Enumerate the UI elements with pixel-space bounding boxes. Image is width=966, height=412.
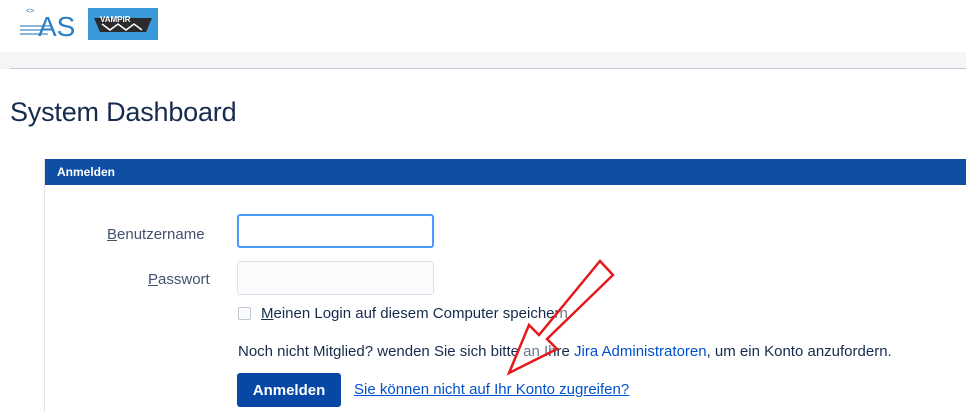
as-logo[interactable]: <> AS [18, 6, 82, 40]
svg-text:AS: AS [38, 11, 75, 40]
page-title: System Dashboard [10, 97, 237, 127]
forgot-account-link[interactable]: Sie können nicht auf Ihr Konto zugreifen… [354, 381, 629, 398]
vampir-logo[interactable]: VAMPIR [88, 8, 158, 40]
username-label: Benutzername [107, 226, 205, 243]
login-submit-button[interactable]: Anmelden [237, 373, 341, 407]
login-gadget-header: Anmelden [45, 159, 966, 185]
signup-hint-suffix: , um ein Konto anzufordern. [706, 343, 892, 360]
username-input[interactable] [237, 214, 434, 248]
password-label-accesskey: P [148, 271, 159, 288]
svg-text:VAMPIR: VAMPIR [100, 15, 131, 24]
password-input[interactable] [237, 261, 434, 295]
login-gadget-title: Anmelden [57, 165, 116, 179]
svg-text:<>: <> [26, 8, 34, 15]
username-label-text: enutzername [117, 226, 205, 243]
header-divider [10, 68, 966, 69]
password-label-text: asswort [158, 271, 210, 288]
username-label-accesskey: B [107, 226, 118, 243]
site-header: <> AS VAMPIR [0, 0, 966, 52]
password-label: Passwort [148, 271, 210, 288]
red-outline-arrow-icon [506, 259, 615, 376]
header-separator-band [0, 52, 966, 69]
remember-me-checkbox[interactable] [238, 307, 251, 320]
remember-me-accesskey: M [261, 305, 274, 322]
